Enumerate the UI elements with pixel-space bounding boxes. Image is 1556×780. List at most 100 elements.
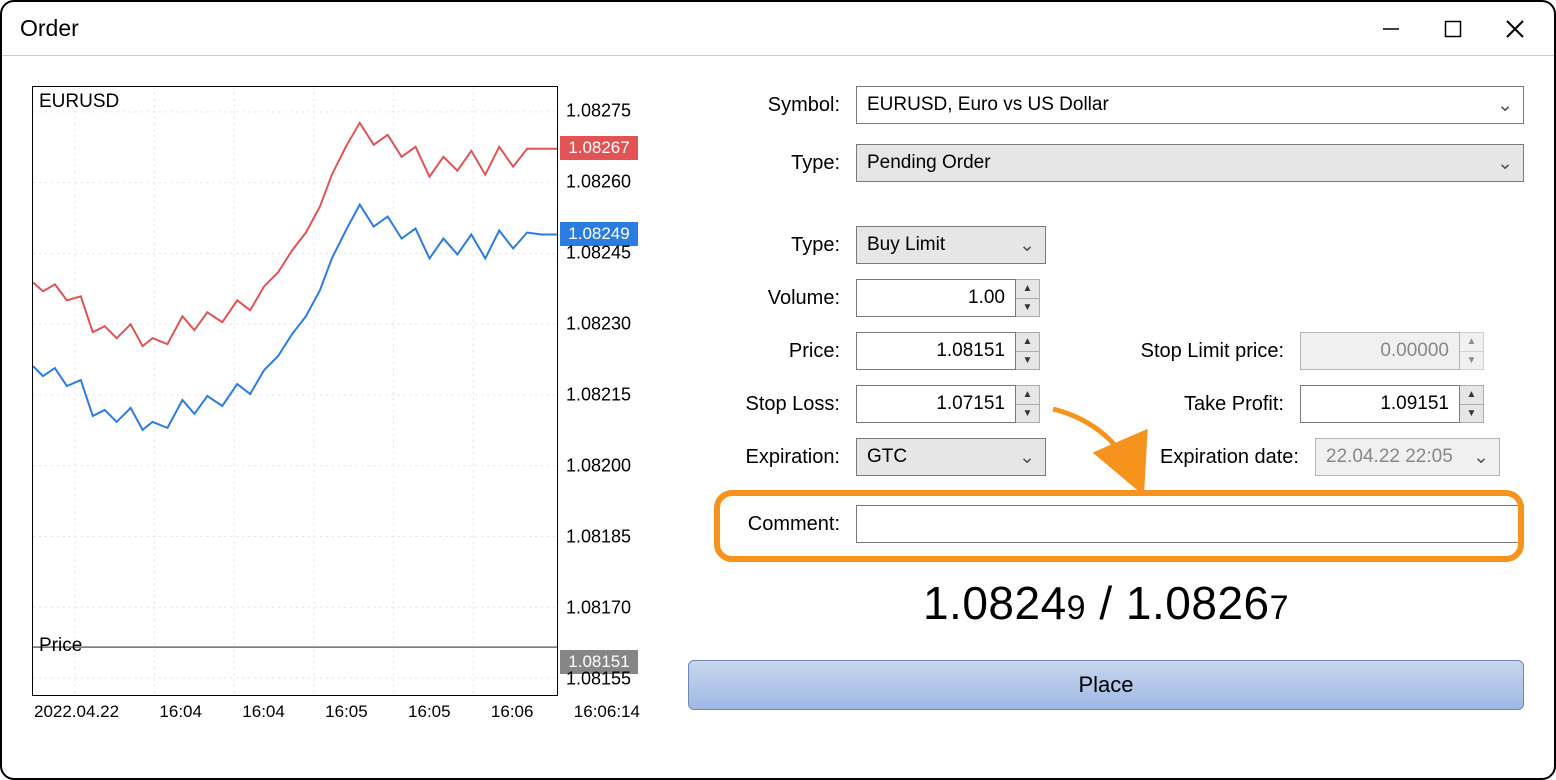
step-up-icon[interactable]: ▲ — [1016, 386, 1039, 405]
order-type-row: Type: Buy Limit ⌄ — [688, 226, 1524, 264]
step-up-icon[interactable]: ▲ — [1016, 280, 1039, 299]
exec-type-label: Type: — [688, 152, 856, 175]
stoplimit-input: 0.00000 — [1300, 332, 1460, 370]
x-tick: 16:06 — [491, 702, 534, 722]
comment-input[interactable] — [856, 505, 1524, 543]
price-stepper[interactable]: ▲▼ — [1016, 332, 1040, 370]
place-button-label: Place — [1078, 672, 1133, 698]
chart-x-axis: 2022.04.22 16:04 16:04 16:05 16:05 16:06… — [32, 696, 642, 722]
step-down-icon[interactable]: ▼ — [1460, 405, 1483, 423]
takeprofit-stepper[interactable]: ▲▼ — [1460, 385, 1484, 423]
chart-y-axis: 1.08275 1.08267 1.08260 1.08249 1.08245 … — [558, 86, 642, 696]
volume-row: Volume: 1.00 ▲▼ — [688, 279, 1524, 317]
expiration-select[interactable]: GTC ⌄ — [856, 438, 1046, 476]
order-dialog: Order EURUSD — [0, 0, 1556, 780]
bid-sub: 9 — [1067, 589, 1086, 627]
price-section-label: Price — [39, 635, 82, 657]
step-down-icon: ▼ — [1460, 352, 1483, 370]
step-up-icon: ▲ — [1460, 333, 1483, 352]
ask-main: 1.0826 — [1126, 577, 1270, 629]
titlebar: Order — [2, 2, 1554, 56]
chevron-down-icon: ⌄ — [1497, 94, 1513, 117]
comment-row: Comment: — [688, 505, 1524, 543]
y-tick: 1.08245 — [566, 243, 631, 264]
ask-price-tag: 1.08267 — [560, 136, 638, 160]
volume-label: Volume: — [688, 287, 856, 310]
step-down-icon[interactable]: ▼ — [1016, 405, 1039, 423]
y-tick: 1.08230 — [566, 314, 631, 335]
y-tick: 1.08185 — [566, 527, 631, 548]
chevron-down-icon: ⌄ — [1473, 446, 1489, 469]
y-tick: 1.08170 — [566, 598, 631, 619]
maximize-button[interactable] — [1422, 2, 1484, 56]
symbol-row: Symbol: EURUSD, Euro vs US Dollar ⌄ — [688, 86, 1524, 124]
comment-label: Comment: — [688, 513, 856, 536]
order-type-value: Buy Limit — [867, 234, 945, 256]
volume-input[interactable]: 1.00 — [856, 279, 1016, 317]
close-icon — [1503, 17, 1527, 41]
y-tick: 1.08275 — [566, 101, 631, 122]
step-down-icon[interactable]: ▼ — [1016, 352, 1039, 370]
price-row: Price: 1.08151 ▲▼ Stop Limit price: 0.00… — [688, 332, 1524, 370]
chart-svg — [33, 87, 557, 695]
expdate-label: Expiration date: — [1046, 446, 1315, 469]
chart-series-bid — [33, 205, 557, 430]
symbol-select[interactable]: EURUSD, Euro vs US Dollar ⌄ — [856, 86, 1524, 124]
takeprofit-input[interactable]: 1.09151 — [1300, 385, 1460, 423]
chart-series-ask — [33, 123, 557, 346]
expdate-select: 22.04.22 22:05 ⌄ — [1315, 438, 1500, 476]
exec-type-select[interactable]: Pending Order ⌄ — [856, 144, 1524, 182]
y-tick: 1.08260 — [566, 172, 631, 193]
place-button[interactable]: Place — [688, 660, 1524, 710]
ask-sub: 7 — [1270, 589, 1289, 627]
exec-type-value: Pending Order — [867, 152, 991, 174]
stoploss-label: Stop Loss: — [688, 393, 856, 416]
step-down-icon[interactable]: ▼ — [1016, 299, 1039, 317]
close-button[interactable] — [1484, 2, 1546, 56]
expiration-label: Expiration: — [688, 446, 856, 469]
y-tick: 1.08200 — [566, 456, 631, 477]
maximize-icon — [1443, 19, 1463, 39]
expdate-value: 22.04.22 22:05 — [1326, 446, 1453, 468]
symbol-label: Symbol: — [688, 94, 856, 117]
y-tick: 1.08155 — [566, 669, 631, 690]
expiration-value: GTC — [867, 446, 907, 468]
chart-plot-area[interactable]: EURUSD — [32, 86, 558, 696]
stoploss-stepper[interactable]: ▲▼ — [1016, 385, 1040, 423]
takeprofit-label: Take Profit: — [1040, 393, 1300, 416]
quote-separator: / — [1086, 577, 1126, 629]
price-input[interactable]: 1.08151 — [856, 332, 1016, 370]
step-up-icon[interactable]: ▲ — [1460, 386, 1483, 405]
x-tick: 2022.04.22 — [34, 702, 119, 722]
x-tick: 16:06:14 — [574, 702, 640, 722]
x-tick: 16:04 — [242, 702, 285, 722]
window-title: Order — [20, 15, 79, 42]
chevron-down-icon: ⌄ — [1019, 446, 1035, 469]
chart-box: EURUSD — [32, 86, 642, 696]
minimize-icon — [1380, 18, 1402, 40]
bid-ask-quote: 1.08249 / 1.08267 — [688, 576, 1524, 630]
chevron-down-icon: ⌄ — [1497, 152, 1513, 175]
order-type-select[interactable]: Buy Limit ⌄ — [856, 226, 1046, 264]
stoplimit-label: Stop Limit price: — [1040, 340, 1300, 363]
minimize-button[interactable] — [1360, 2, 1422, 56]
x-tick: 16:05 — [408, 702, 451, 722]
gap — [688, 202, 1524, 226]
price-label: Price: — [688, 340, 856, 363]
chevron-down-icon: ⌄ — [1019, 234, 1035, 257]
chart-symbol-label: EURUSD — [39, 91, 119, 113]
x-tick: 16:04 — [159, 702, 202, 722]
chart-panel: EURUSD — [32, 86, 642, 748]
stoploss-input[interactable]: 1.07151 — [856, 385, 1016, 423]
volume-stepper[interactable]: ▲▼ — [1016, 279, 1040, 317]
chart-grid — [33, 87, 557, 695]
bid-main: 1.0824 — [923, 577, 1067, 629]
step-up-icon[interactable]: ▲ — [1016, 333, 1039, 352]
order-type-label: Type: — [688, 234, 856, 257]
exec-type-row: Type: Pending Order ⌄ — [688, 144, 1524, 182]
content: EURUSD — [2, 56, 1554, 778]
sl-tp-row: Stop Loss: 1.07151 ▲▼ Take Profit: 1.091… — [688, 385, 1524, 423]
order-form: Symbol: EURUSD, Euro vs US Dollar ⌄ Type… — [688, 86, 1524, 748]
y-tick: 1.08215 — [566, 385, 631, 406]
x-tick: 16:05 — [325, 702, 368, 722]
